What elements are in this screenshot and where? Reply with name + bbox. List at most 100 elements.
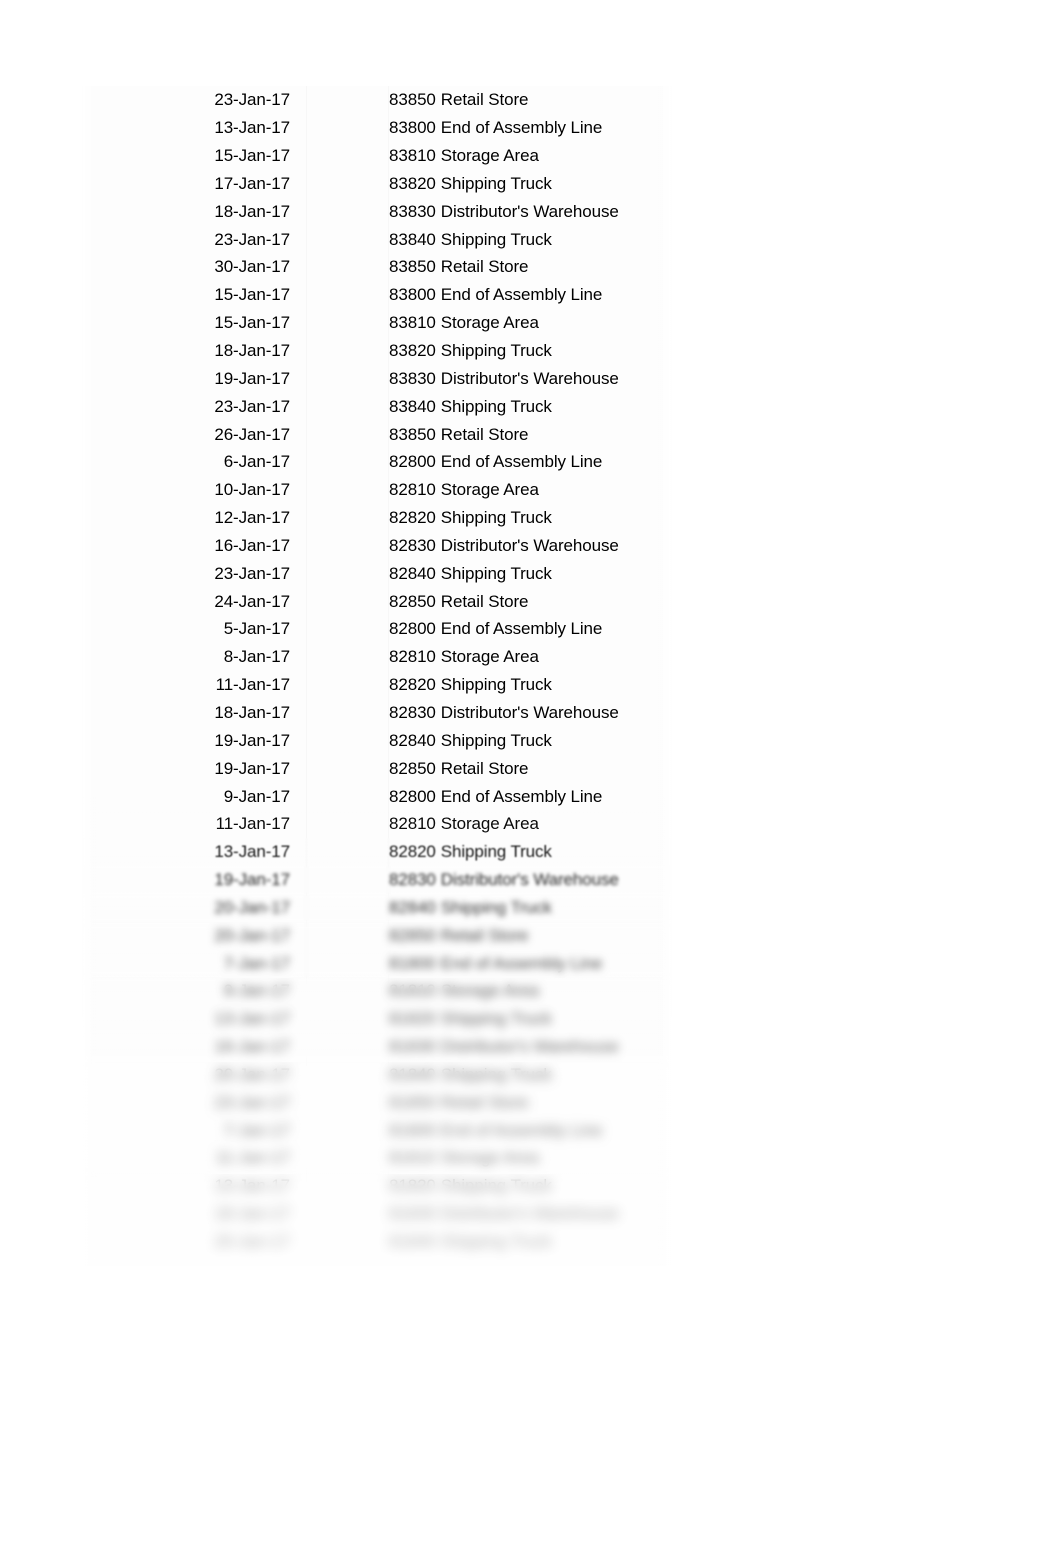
table-row[interactable]: 17-Jan-17 83820 Shipping Truck	[82, 170, 672, 198]
cell-date[interactable]: 17-Jan-17	[82, 175, 306, 192]
cell-location[interactable]: 83820 Shipping Truck	[389, 175, 672, 192]
cell-location[interactable]: 81820 Shipping Truck	[389, 1177, 672, 1194]
cell-date[interactable]: 13-Jan-17	[82, 1177, 306, 1194]
cell-location[interactable]: 82840 Shipping Truck	[389, 899, 672, 916]
cell-location[interactable]: 83800 End of Assembly Line	[389, 286, 672, 303]
cell-date[interactable]: 19-Jan-17	[82, 760, 306, 777]
cell-date[interactable]: 18-Jan-17	[82, 704, 306, 721]
cell-location[interactable]: 82800 End of Assembly Line	[389, 620, 672, 637]
cell-date[interactable]: 18-Jan-17	[82, 203, 306, 220]
table-row[interactable]: 13-Jan-17 81820 Shipping Truck	[82, 1172, 672, 1200]
table-row[interactable]: 30-Jan-17 83850 Retail Store	[82, 253, 672, 281]
cell-location[interactable]: 83830 Distributor's Warehouse	[389, 370, 672, 387]
cell-location[interactable]: 82820 Shipping Truck	[389, 509, 672, 526]
table-row[interactable]: 18-Jan-17 82830 Distributor's Warehouse	[82, 699, 672, 727]
cell-location[interactable]: 83810 Storage Area	[389, 147, 672, 164]
cell-location[interactable]: 82800 End of Assembly Line	[389, 788, 672, 805]
cell-location[interactable]: 82820 Shipping Truck	[389, 676, 672, 693]
cell-location[interactable]: 82850 Retail Store	[389, 760, 672, 777]
table-row[interactable]: 20-Jan-17 81840 Shipping Truck	[82, 1061, 672, 1089]
table-row[interactable]: 13-Jan-17 82820 Shipping Truck	[82, 838, 672, 866]
table-row[interactable]: 7-Jan-17 81800 End of Assembly Line	[82, 1116, 672, 1144]
cell-date[interactable]: 13-Jan-17	[82, 843, 306, 860]
table-row[interactable]: 24-Jan-17 82850 Retail Store	[82, 587, 672, 615]
cell-location[interactable]: 82850 Retail Store	[389, 593, 672, 610]
cell-location[interactable]: 81840 Shipping Truck	[389, 1233, 672, 1250]
cell-date[interactable]: 19-Jan-17	[82, 732, 306, 749]
table-row[interactable]: 13-Jan-17 83800 End of Assembly Line	[82, 114, 672, 142]
table-row[interactable]: 7-Jan-17 81800 End of Assembly Line	[82, 949, 672, 977]
cell-date[interactable]: 11-Jan-17	[82, 815, 306, 832]
table-row[interactable]: 16-Jan-17 81830 Distributor's Warehouse	[82, 1033, 672, 1061]
cell-date[interactable]: 16-Jan-17	[82, 1038, 306, 1055]
cell-location[interactable]: 83850 Retail Store	[389, 258, 672, 275]
cell-date[interactable]: 23-Jan-17	[82, 91, 306, 108]
table-row[interactable]: 9-Jan-17 82800 End of Assembly Line	[82, 782, 672, 810]
cell-location[interactable]: 81850 Retail Store	[389, 1094, 672, 1111]
cell-location[interactable]: 83850 Retail Store	[389, 91, 672, 108]
table-row[interactable]: 19-Jan-17 83830 Distributor's Warehouse	[82, 364, 672, 392]
cell-date[interactable]: 15-Jan-17	[82, 314, 306, 331]
table-row[interactable]: 16-Jan-17 82830 Distributor's Warehouse	[82, 532, 672, 560]
table-row[interactable]: 23-Jan-17 83850 Retail Store	[82, 86, 672, 114]
table-row[interactable]: 6-Jan-17 82800 End of Assembly Line	[82, 448, 672, 476]
cell-date[interactable]: 23-Jan-17	[82, 565, 306, 582]
table-row[interactable]: 11-Jan-17 82810 Storage Area	[82, 810, 672, 838]
table-row[interactable]: 20-Jan-17 81840 Shipping Truck	[82, 1228, 672, 1256]
cell-date[interactable]: 18-Jan-17	[82, 1205, 306, 1222]
cell-location[interactable]: 83840 Shipping Truck	[389, 231, 672, 248]
cell-date[interactable]: 30-Jan-17	[82, 258, 306, 275]
cell-date[interactable]: 6-Jan-17	[82, 453, 306, 470]
table-row[interactable]: 20-Jan-17 82850 Retail Store	[82, 921, 672, 949]
cell-location[interactable]: 81840 Shipping Truck	[389, 1066, 672, 1083]
cell-date[interactable]: 9-Jan-17	[82, 982, 306, 999]
table-row[interactable]: 11-Jan-17 82820 Shipping Truck	[82, 671, 672, 699]
cell-location[interactable]: 81800 End of Assembly Line	[389, 955, 672, 972]
table-row[interactable]: 19-Jan-17 82850 Retail Store	[82, 754, 672, 782]
cell-location[interactable]: 81830 Distributor's Warehouse	[389, 1205, 672, 1222]
cell-date[interactable]: 10-Jan-17	[82, 481, 306, 498]
cell-location[interactable]: 82850 Retail Store	[389, 927, 672, 944]
cell-location[interactable]: 82840 Shipping Truck	[389, 565, 672, 582]
cell-date[interactable]: 20-Jan-17	[82, 927, 306, 944]
cell-date[interactable]: 7-Jan-17	[82, 1122, 306, 1139]
cell-date[interactable]: 23-Jan-17	[82, 1094, 306, 1111]
table-row[interactable]: 12-Jan-17 82820 Shipping Truck	[82, 504, 672, 532]
cell-date[interactable]: 20-Jan-17	[82, 1233, 306, 1250]
cell-location[interactable]: 82830 Distributor's Warehouse	[389, 704, 672, 721]
table-row[interactable]: 11-Jan-17 81810 Storage Area	[82, 1144, 672, 1172]
table-row[interactable]: 18-Jan-17 83820 Shipping Truck	[82, 337, 672, 365]
cell-location[interactable]: 81830 Distributor's Warehouse	[389, 1038, 672, 1055]
table-row[interactable]: 15-Jan-17 83800 End of Assembly Line	[82, 281, 672, 309]
cell-date[interactable]: 8-Jan-17	[82, 648, 306, 665]
cell-location[interactable]: 81820 Shipping Truck	[389, 1010, 672, 1027]
table-row[interactable]: 19-Jan-17 82830 Distributor's Warehouse	[82, 866, 672, 894]
cell-date[interactable]: 9-Jan-17	[82, 788, 306, 805]
cell-location[interactable]: 83810 Storage Area	[389, 314, 672, 331]
table-row[interactable]: 26-Jan-17 83850 Retail Store	[82, 420, 672, 448]
table-row[interactable]: 23-Jan-17 81850 Retail Store	[82, 1088, 672, 1116]
cell-location[interactable]: 82840 Shipping Truck	[389, 732, 672, 749]
cell-location[interactable]: 82810 Storage Area	[389, 815, 672, 832]
table-row[interactable]: 18-Jan-17 81830 Distributor's Warehouse	[82, 1200, 672, 1228]
table-row[interactable]: 13-Jan-17 81820 Shipping Truck	[82, 1005, 672, 1033]
cell-location[interactable]: 83850 Retail Store	[389, 426, 672, 443]
cell-date[interactable]: 7-Jan-17	[82, 955, 306, 972]
cell-location[interactable]: 83820 Shipping Truck	[389, 342, 672, 359]
cell-location[interactable]: 81810 Storage Area	[389, 982, 672, 999]
table-row[interactable]: 10-Jan-17 82810 Storage Area	[82, 476, 672, 504]
cell-date[interactable]: 23-Jan-17	[82, 231, 306, 248]
table-row[interactable]: 19-Jan-17 82840 Shipping Truck	[82, 726, 672, 754]
cell-location[interactable]: 82820 Shipping Truck	[389, 843, 672, 860]
cell-date[interactable]: 19-Jan-17	[82, 370, 306, 387]
cell-date[interactable]: 11-Jan-17	[82, 1149, 306, 1166]
cell-location[interactable]: 81810 Storage Area	[389, 1149, 672, 1166]
cell-date[interactable]: 12-Jan-17	[82, 509, 306, 526]
table-row[interactable]: 23-Jan-17 83840 Shipping Truck	[82, 225, 672, 253]
cell-date[interactable]: 18-Jan-17	[82, 342, 306, 359]
cell-date[interactable]: 13-Jan-17	[82, 1010, 306, 1027]
table-row[interactable]: 8-Jan-17 82810 Storage Area	[82, 643, 672, 671]
cell-location[interactable]: 82830 Distributor's Warehouse	[389, 871, 672, 888]
cell-location[interactable]: 82800 End of Assembly Line	[389, 453, 672, 470]
table-row[interactable]: 15-Jan-17 83810 Storage Area	[82, 309, 672, 337]
